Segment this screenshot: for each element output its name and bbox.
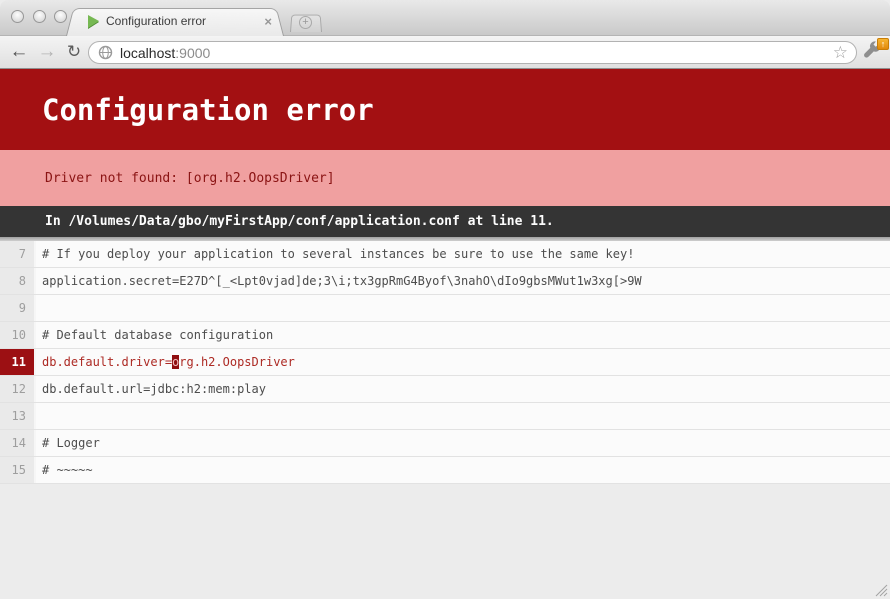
browser-window: Configuration error × + ← → ↻ localhost:…	[0, 0, 890, 599]
line-number: 8	[0, 268, 36, 294]
error-message: Driver not found: [org.h2.OopsDriver]	[0, 171, 335, 186]
code-lines: 7# If you deploy your application to sev…	[0, 241, 890, 484]
new-tab-button[interactable]: +	[290, 13, 322, 32]
bookmark-star-icon[interactable]: ☆	[833, 44, 848, 61]
code-line-row-error: 11db.default.driver=org.h2.OopsDriver	[0, 349, 890, 376]
error-page: Configuration error Driver not found: [o…	[0, 69, 890, 599]
code-text	[36, 403, 42, 429]
code-line-row: 8application.secret=E27D^[_<Lpt0vjad]de;…	[0, 268, 890, 295]
tab-strip: Configuration error × +	[0, 0, 890, 36]
update-badge: ↑	[877, 38, 889, 50]
code-text: # ~~~~~	[36, 457, 93, 483]
code-text	[36, 295, 42, 321]
code-text: db.default.driver=org.h2.OopsDriver	[36, 349, 295, 375]
code-line-row: 12db.default.url=jdbc:h2:mem:play	[0, 376, 890, 403]
url-text[interactable]: localhost:9000	[120, 45, 833, 61]
browser-toolbar: ← → ↻ localhost:9000 ☆ ↑	[0, 36, 890, 69]
line-number: 15	[0, 457, 36, 483]
wrench-menu-button[interactable]: ↑	[861, 40, 887, 66]
code-line-row: 15# ~~~~~	[0, 457, 890, 484]
code-line-row: 9	[0, 295, 890, 322]
line-number: 7	[0, 241, 36, 267]
tab-title: Configuration error	[106, 14, 256, 28]
code-text: # Default database configuration	[36, 322, 273, 348]
window-minimize-button[interactable]	[33, 10, 46, 23]
line-number: 14	[0, 430, 36, 456]
plus-icon: +	[299, 16, 312, 29]
code-text: db.default.url=jdbc:h2:mem:play	[36, 376, 266, 402]
code-line-row: 13	[0, 403, 890, 430]
tab-configuration-error[interactable]: Configuration error ×	[66, 6, 284, 36]
address-bar[interactable]: localhost:9000 ☆	[88, 41, 857, 64]
code-text: application.secret=E27D^[_<Lpt0vjad]de;3…	[36, 268, 642, 294]
line-number: 10	[0, 322, 36, 348]
error-message-banner: Driver not found: [org.h2.OopsDriver]	[0, 150, 890, 206]
url-host: localhost	[120, 45, 175, 61]
error-location: In /Volumes/Data/gbo/myFirstApp/conf/app…	[0, 214, 554, 229]
code-text: # Logger	[36, 430, 100, 456]
line-number: 13	[0, 403, 36, 429]
line-number: 9	[0, 295, 36, 321]
code-text: # If you deploy your application to seve…	[36, 241, 634, 267]
error-marker-char: o	[172, 355, 179, 369]
code-line-row: 14# Logger	[0, 430, 890, 457]
error-location-bar: In /Volumes/Data/gbo/myFirstApp/conf/app…	[0, 206, 890, 237]
globe-icon	[98, 45, 113, 60]
page-title: Configuration error	[0, 93, 374, 127]
code-line-row: 10# Default database configuration	[0, 322, 890, 349]
error-header: Configuration error	[0, 69, 890, 150]
resize-grip[interactable]	[874, 583, 888, 597]
line-number: 12	[0, 376, 36, 402]
code-line-row: 7# If you deploy your application to sev…	[0, 241, 890, 268]
reload-button[interactable]: ↻	[62, 40, 86, 64]
back-button[interactable]: ←	[7, 40, 31, 64]
line-number: 11	[0, 349, 36, 375]
window-close-button[interactable]	[11, 10, 24, 23]
tab-close-icon[interactable]: ×	[264, 15, 272, 28]
play-framework-icon	[88, 15, 99, 28]
url-port: :9000	[175, 45, 210, 61]
forward-button: →	[35, 40, 59, 64]
